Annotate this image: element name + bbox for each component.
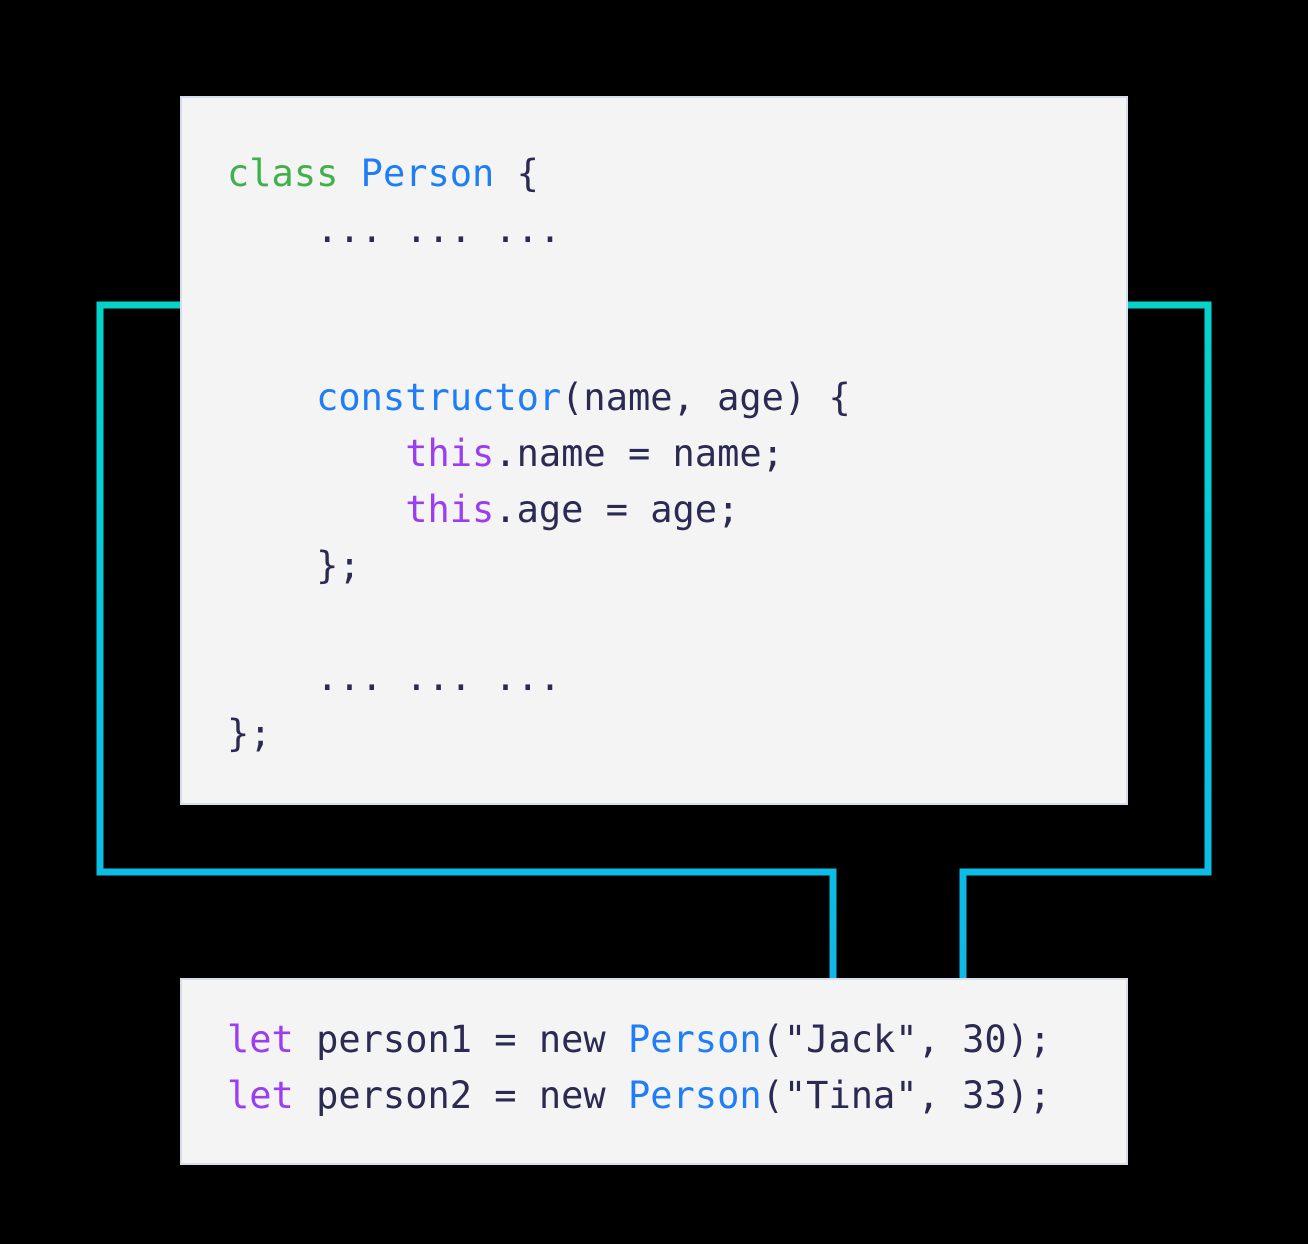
usage-code-lines: let person1 = new Person("Jack", 30); let… bbox=[182, 980, 1171, 1124]
code-token-plain: { bbox=[494, 152, 539, 195]
code-token-dots: ... ... ... bbox=[316, 656, 562, 699]
line-blank-3 bbox=[227, 594, 1171, 650]
line-person1: let person1 = new Person("Jack", 30); bbox=[227, 1012, 1171, 1068]
line-close-constructor: }; bbox=[227, 538, 1171, 594]
code-token-decl: this bbox=[405, 488, 495, 531]
code-token-fn: constructor bbox=[316, 376, 562, 419]
code-token-plain: .name = name; bbox=[494, 432, 784, 475]
code-token-type: Person bbox=[627, 1074, 762, 1117]
code-token-decl: this bbox=[405, 432, 495, 475]
line-assign-age: this.age = age; bbox=[227, 482, 1171, 538]
line-class-header: class Person { bbox=[227, 146, 1171, 202]
code-token-dots: ... ... ... bbox=[316, 208, 562, 251]
line-ellipsis-bottom: ... ... ... bbox=[227, 650, 1171, 706]
code-token-kw: class bbox=[227, 152, 339, 195]
code-token-decl: let bbox=[227, 1018, 294, 1061]
code-token-type: Person bbox=[627, 1018, 762, 1061]
class-definition-code-block: class Person { ... ... ... constructor(n… bbox=[180, 96, 1128, 805]
code-token-plain: ("Tina", 33); bbox=[761, 1074, 1052, 1117]
line-ellipsis-top: ... ... ... bbox=[227, 202, 1171, 258]
code-token-plain: ("Jack", 30); bbox=[761, 1018, 1052, 1061]
line-person2: let person2 = new Person("Tina", 33); bbox=[227, 1068, 1171, 1124]
line-assign-name: this.name = name; bbox=[227, 426, 1171, 482]
line-blank-2 bbox=[227, 314, 1171, 370]
code-token-type: Person bbox=[360, 152, 495, 195]
code-token-plain: person2 = new bbox=[293, 1074, 628, 1117]
code-token-plain: }; bbox=[316, 544, 361, 587]
instantiation-code-block: let person1 = new Person("Jack", 30); let… bbox=[180, 978, 1128, 1165]
code-token-plain: }; bbox=[227, 712, 272, 755]
line-constructor: constructor(name, age) { bbox=[227, 370, 1171, 426]
code-token-decl: let bbox=[227, 1074, 294, 1117]
code-token-plain: person1 = new bbox=[293, 1018, 628, 1061]
diagram-canvas: class Person { ... ... ... constructor(n… bbox=[0, 0, 1308, 1244]
code-token-plain: .age = age; bbox=[494, 488, 740, 531]
line-blank-1 bbox=[227, 258, 1171, 314]
line-close-class: }; bbox=[227, 706, 1171, 762]
class-code-lines: class Person { ... ... ... constructor(n… bbox=[182, 98, 1171, 762]
code-token-plain: (name, age) { bbox=[561, 376, 851, 419]
